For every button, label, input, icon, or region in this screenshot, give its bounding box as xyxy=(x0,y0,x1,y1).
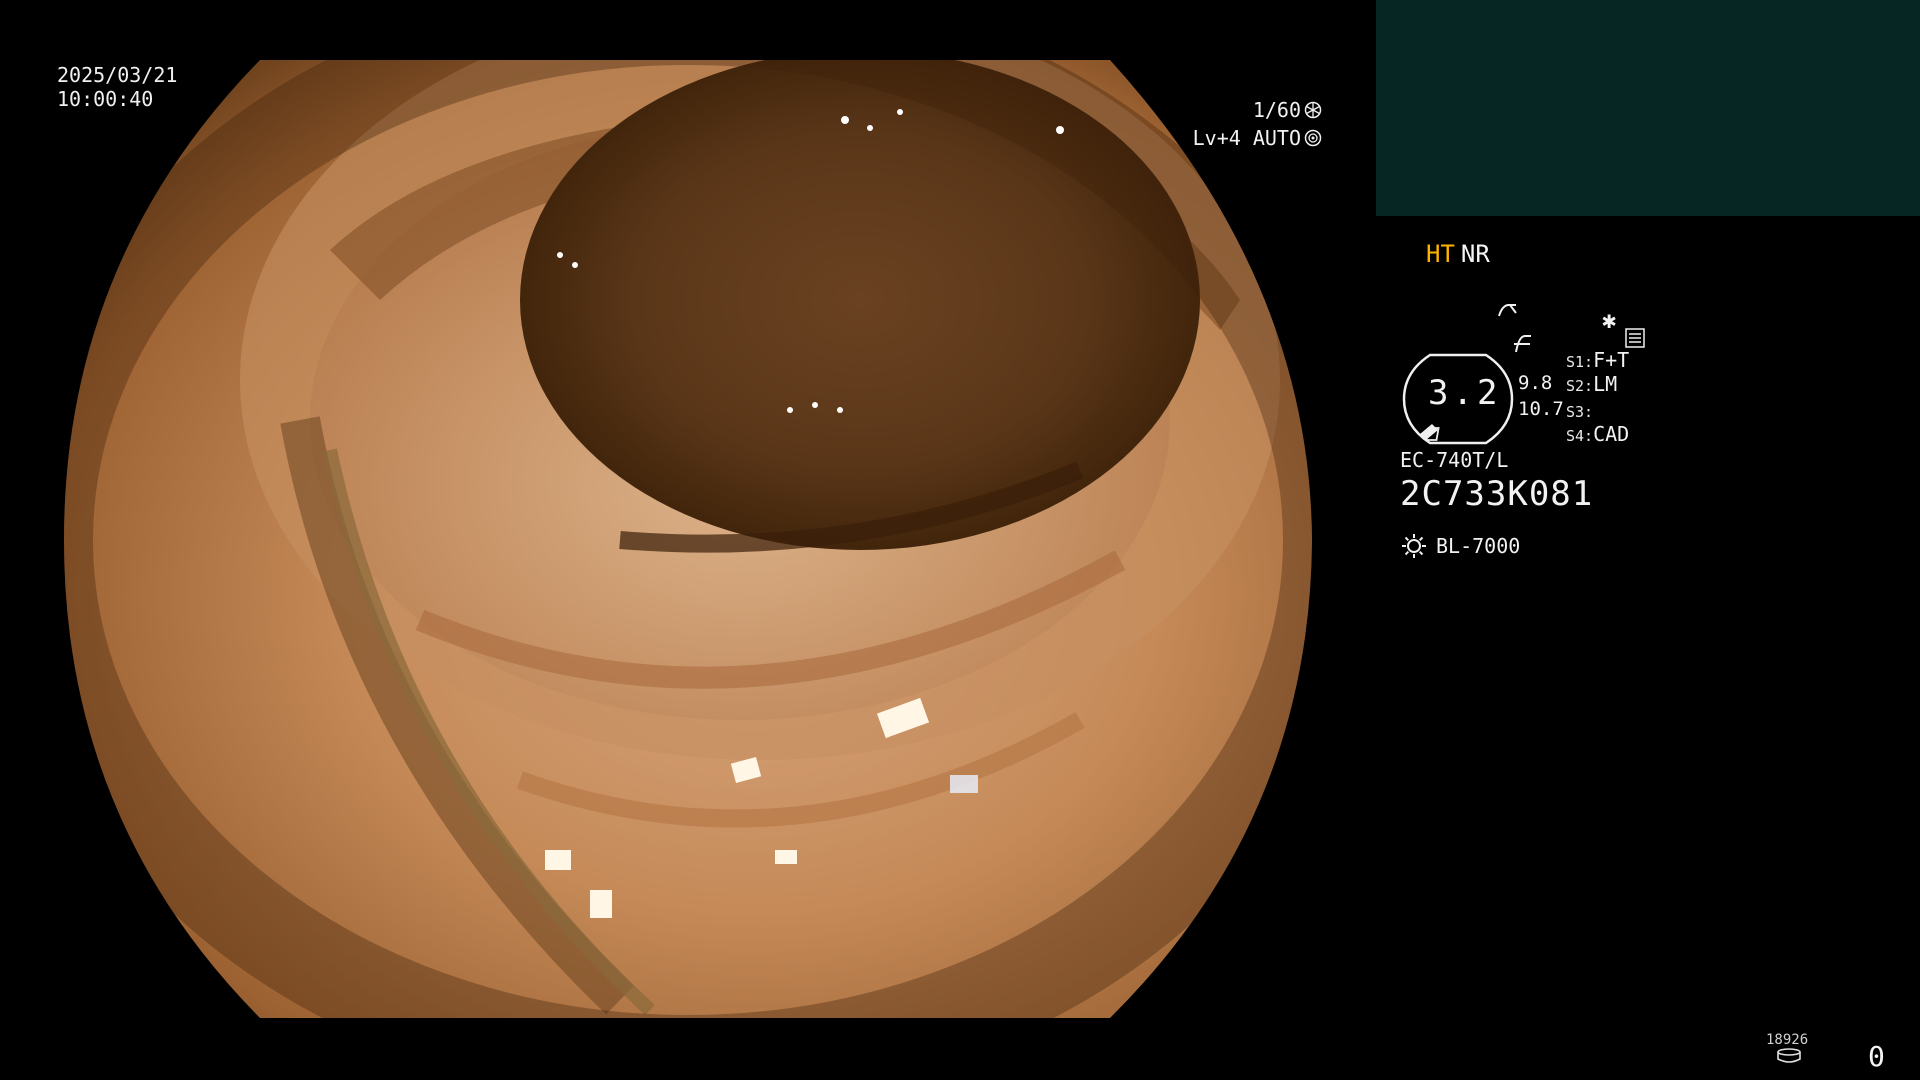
scope-model: EC-740T/L xyxy=(1400,448,1509,472)
iris-icon xyxy=(1304,129,1322,147)
endoscope-image xyxy=(64,60,1312,1018)
scope-serial-number: 2C733K081 xyxy=(1400,474,1594,514)
light-source-model: BL-7000 xyxy=(1436,534,1521,558)
frame-count: 0 xyxy=(1868,1040,1885,1073)
scope-switch-1: S1:F+T xyxy=(1566,348,1629,372)
switch-value: CAD xyxy=(1593,422,1630,446)
star-icon: ✱ xyxy=(1602,306,1617,334)
shutter-text: 1/60 xyxy=(1252,98,1301,122)
switch-key: S1: xyxy=(1566,353,1594,371)
switch-value: LM xyxy=(1593,372,1618,396)
switch-key: S4: xyxy=(1566,427,1594,445)
exposure-readout: 1/60 Lv+4 AUTO xyxy=(1170,96,1322,152)
switch-key: S2: xyxy=(1566,377,1594,395)
info-panel: HT NR ✱ 3.2 9.8 10.7 S1:F+T S2:LM S3: S4:… xyxy=(1376,216,1920,1080)
ht-mode-label: HT xyxy=(1426,240,1455,268)
storage-counter: 18926 xyxy=(1766,1032,1809,1048)
storage-icon xyxy=(1777,1048,1801,1063)
aperture-icon xyxy=(1304,101,1322,119)
switch-value: F+T xyxy=(1593,348,1630,372)
nr-mode-label: NR xyxy=(1460,240,1490,268)
timestamp: 2025/03/21 10:00:40 xyxy=(57,63,177,111)
scope-switch-2: S2:LM xyxy=(1566,372,1617,396)
switch-key: S3: xyxy=(1566,403,1594,421)
zoom-sub-value-1: 9.8 xyxy=(1518,372,1553,394)
light-source: BL-7000 xyxy=(1400,532,1520,560)
zoom-sub-value-2: 10.7 xyxy=(1518,398,1564,420)
level-auto-text: Lv+4 AUTO xyxy=(1192,126,1301,150)
time-text: 10:00:40 xyxy=(57,87,154,111)
zoom-value: 3.2 xyxy=(1428,373,1502,413)
light-source-icon xyxy=(1402,534,1426,558)
sub-monitor-panel xyxy=(1376,0,1920,216)
endoscope-view: 2025/03/21 10:00:40 1/60 Lv+4 AUTO xyxy=(0,0,1372,1080)
date-text: 2025/03/21 xyxy=(57,63,178,87)
scope-switch-4: S4:CAD xyxy=(1566,422,1629,446)
endoscopy-monitor: 2025/03/21 10:00:40 1/60 Lv+4 AUTO HT NR… xyxy=(0,0,1920,1080)
mode-indicators: HT NR xyxy=(1426,240,1490,268)
scope-switch-3: S3: xyxy=(1566,398,1593,422)
